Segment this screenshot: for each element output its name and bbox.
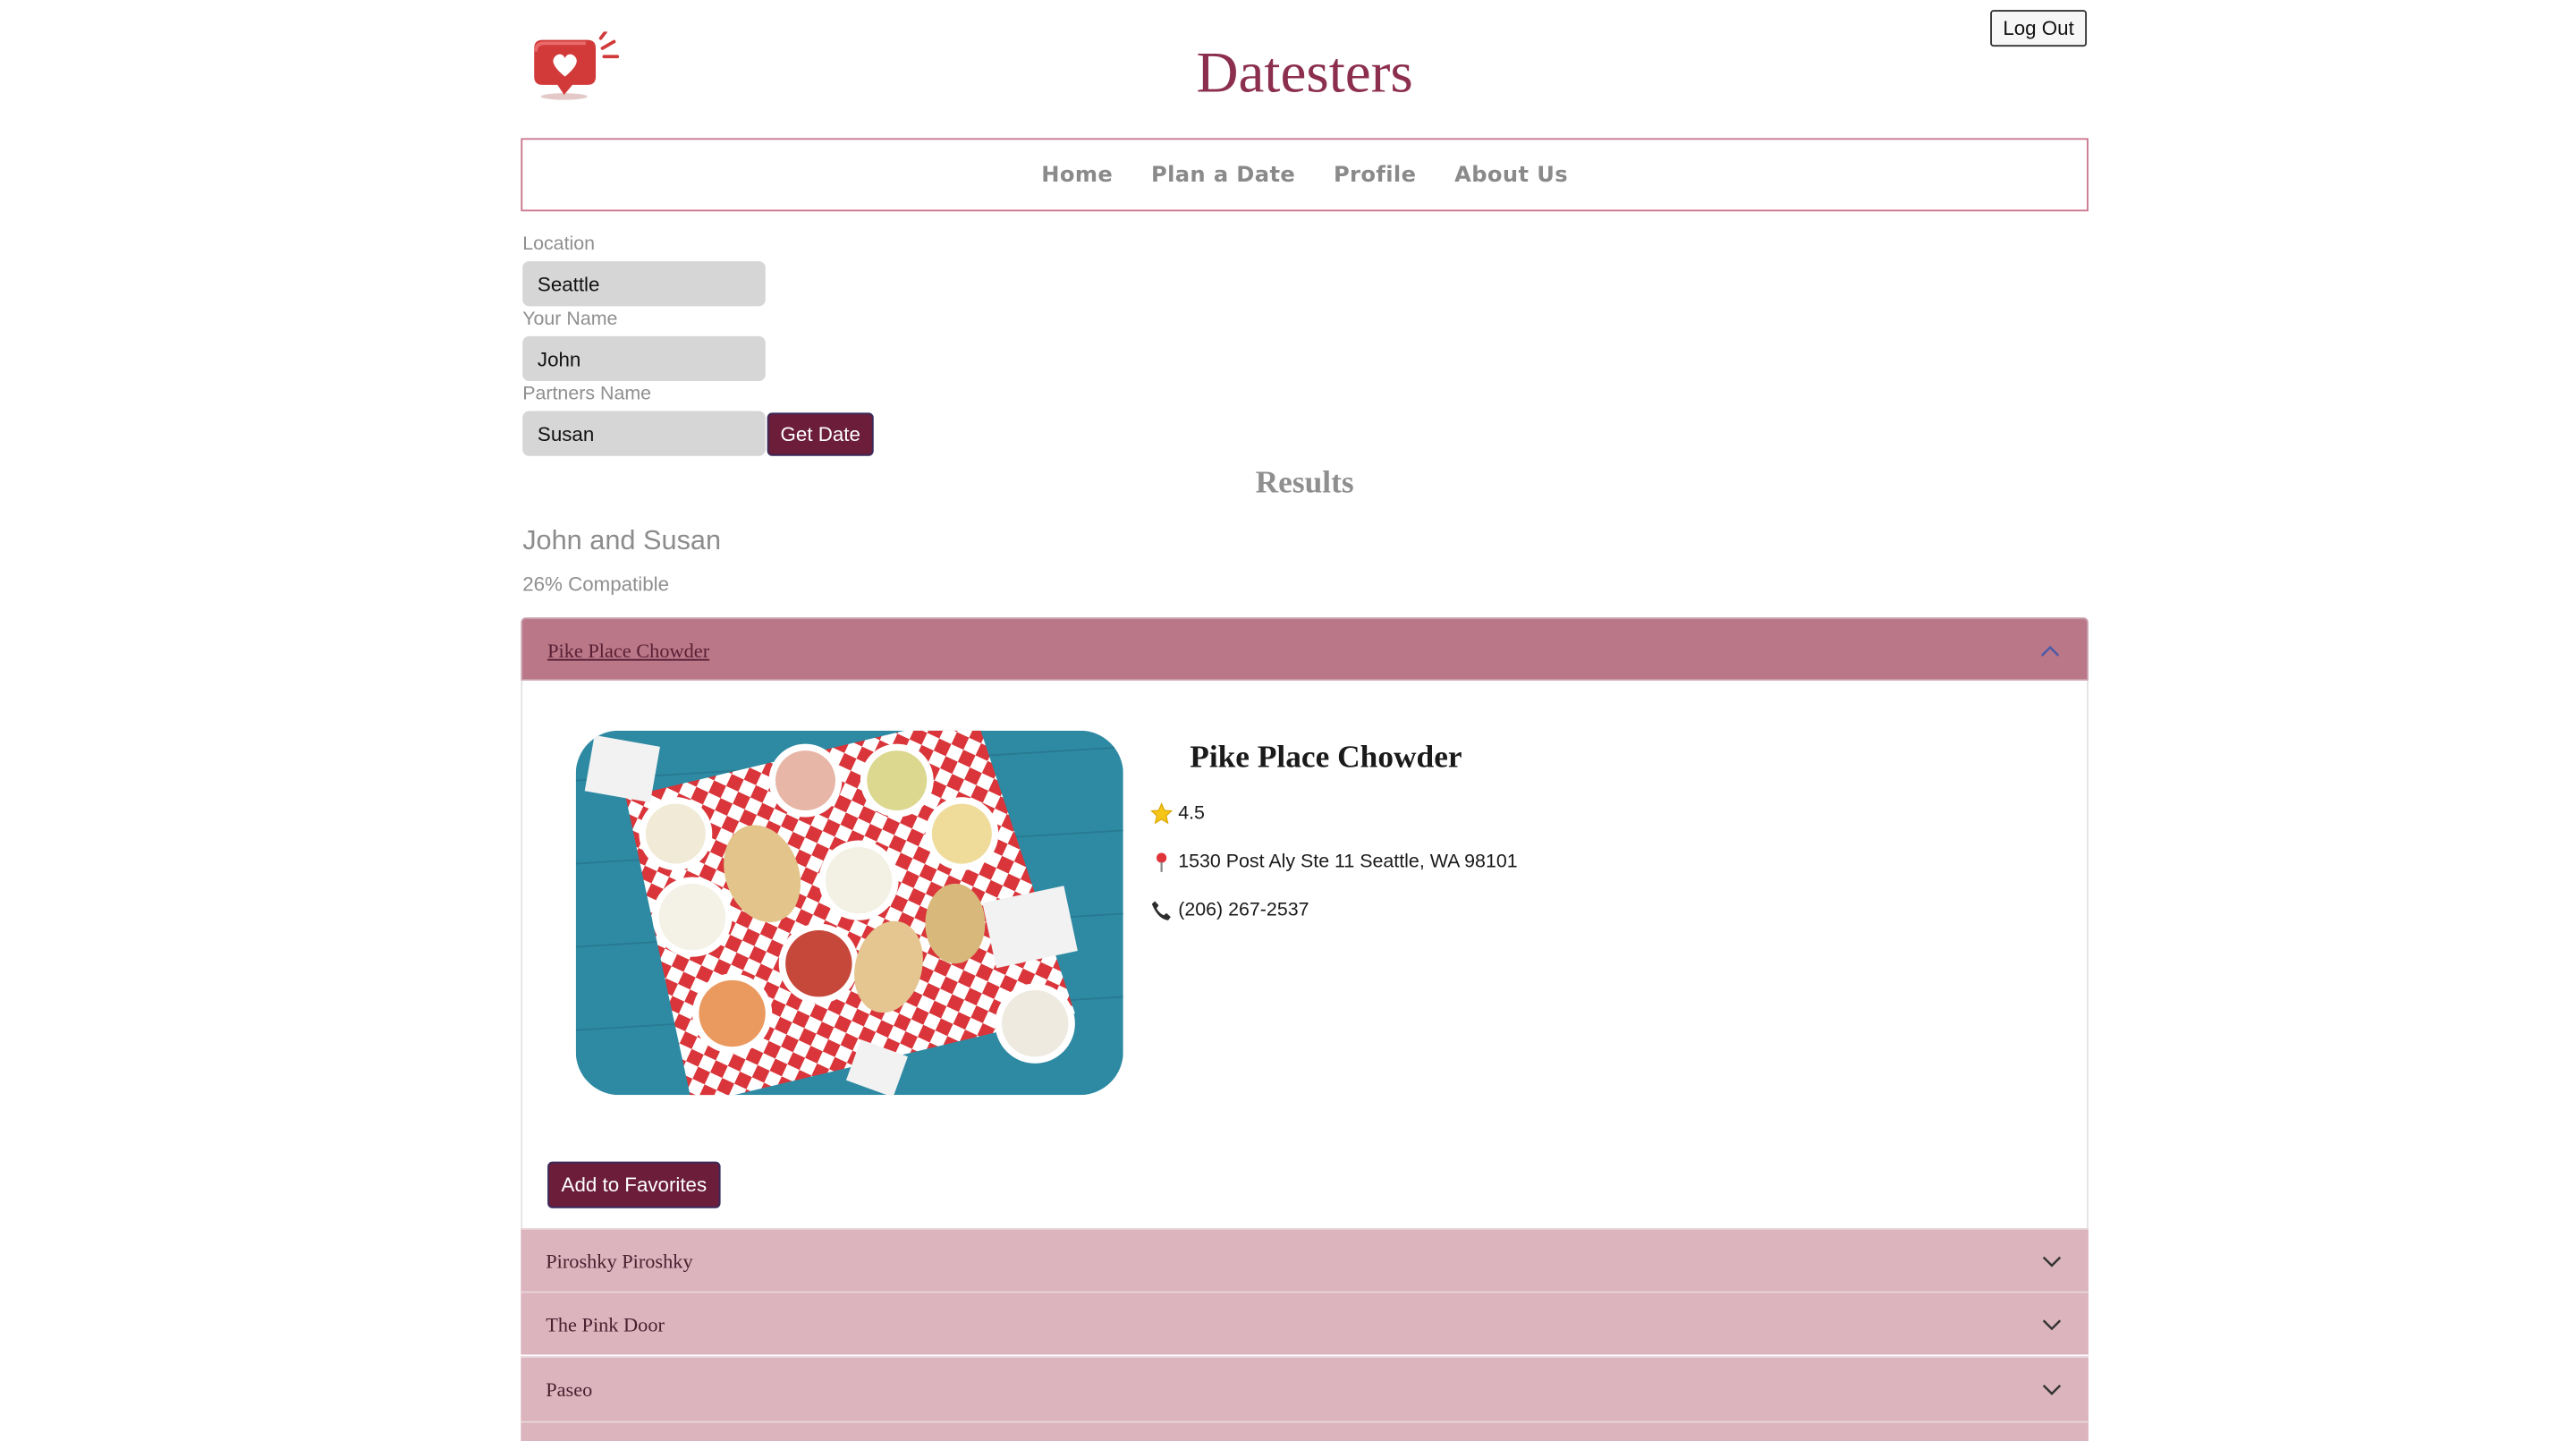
accordion-item[interactable]: The Pink Door (521, 1291, 2089, 1355)
partner-name-label: Partners Name (522, 384, 652, 405)
accordion-item-title: The Pink Door (546, 1312, 665, 1336)
map-pin-icon (1150, 851, 1174, 874)
logout-button[interactable]: Log Out (1990, 10, 2088, 47)
phone-text: (206) 267-2537 (1178, 900, 1309, 920)
accordion-item[interactable]: Piroshky Piroshky (521, 1228, 2089, 1292)
your-name-input[interactable]: John (522, 335, 766, 382)
location-input[interactable]: Seattle (522, 261, 766, 307)
location-label: Location (522, 234, 596, 255)
address-row: 1530 Post Aly Ste 11 Seattle, WA 98101 (1150, 851, 1518, 874)
add-to-favorites-button[interactable]: Add to Favorites (547, 1161, 721, 1208)
chevron-down-icon (2042, 1319, 2062, 1331)
chevron-down-icon (2042, 1256, 2062, 1267)
phone-row: (206) 267-2537 (1150, 899, 1309, 922)
pair-names: John and Susan (522, 525, 722, 556)
site-title: Datesters (1196, 39, 1413, 106)
rating-row: 4.5 (1150, 802, 1205, 826)
star-icon (1150, 802, 1174, 826)
address-text: 1530 Post Aly Ste 11 Seattle, WA 98101 (1178, 852, 1518, 872)
restaurant-photo (575, 730, 1123, 1096)
compatibility-score: 26% Compatible (522, 572, 670, 597)
nav-plan-a-date[interactable]: Plan a Date (1151, 162, 1295, 187)
partner-name-input[interactable]: Susan (522, 411, 766, 456)
accordion-item-title: Piroshky Piroshky (546, 1250, 693, 1274)
results-heading: Results (1255, 465, 1354, 502)
nav-profile[interactable]: Profile (1334, 162, 1416, 187)
rating-value: 4.5 (1178, 803, 1205, 824)
chevron-down-icon (2042, 1384, 2062, 1395)
nav-about-us[interactable]: About Us (1454, 162, 1568, 187)
accordion-item-title: Paseo (546, 1377, 593, 1402)
accordion-item[interactable] (521, 1420, 2089, 1441)
get-date-button[interactable]: Get Date (767, 412, 874, 456)
accordion-title-link[interactable]: Pike Place Chowder (547, 639, 709, 664)
phone-icon (1150, 899, 1174, 922)
your-name-label: Your Name (522, 309, 618, 330)
accordion-item[interactable]: Paseo (521, 1356, 2089, 1421)
main-nav: Home Plan a Date Profile About Us (521, 138, 2089, 212)
accordion-header-open[interactable]: Pike Place Chowder (521, 617, 2089, 681)
nav-home[interactable]: Home (1041, 162, 1113, 187)
chevron-up-icon (2040, 646, 2060, 657)
restaurant-name: Pike Place Chowder (1190, 740, 1462, 776)
